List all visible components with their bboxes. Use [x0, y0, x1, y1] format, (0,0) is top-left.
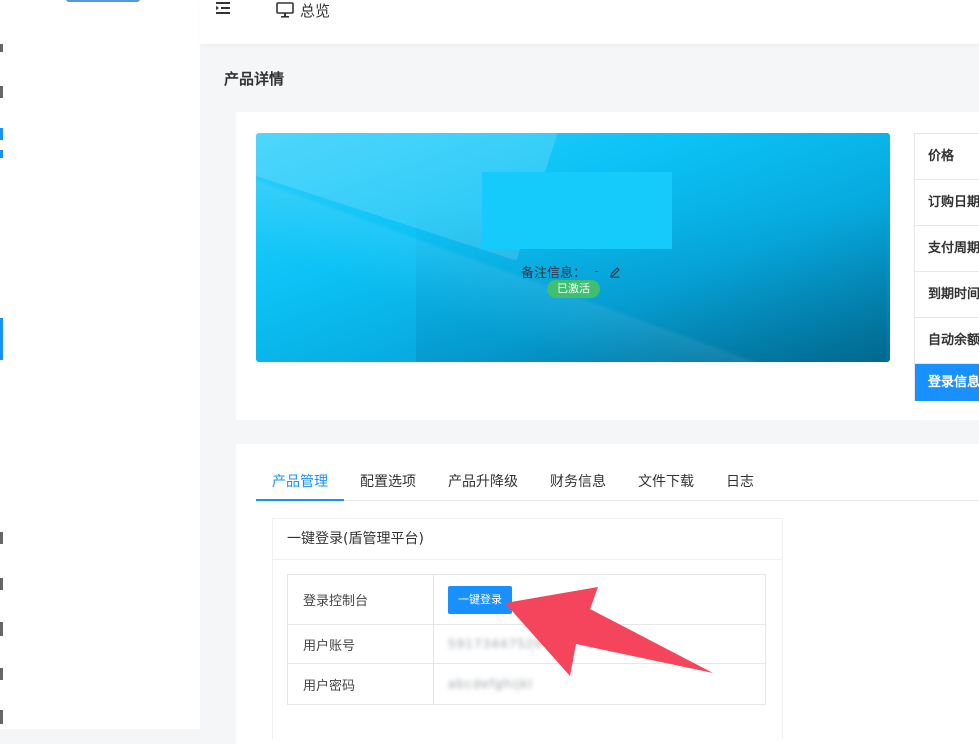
- tab-logs[interactable]: 日志: [710, 464, 770, 500]
- sidebar-tick: [0, 710, 3, 724]
- account-label: 用户账号: [288, 625, 434, 663]
- login-info-button[interactable]: 登录信息: [915, 364, 979, 401]
- remark-line: 备注信息： -: [521, 262, 621, 281]
- monitor-icon: [276, 2, 294, 18]
- console-label: 登录控制台: [288, 575, 434, 624]
- tab-overview-label: 总览: [300, 1, 331, 20]
- info-row-billing-cycle: 支付周期: [915, 226, 979, 272]
- remark-value: -: [594, 264, 599, 279]
- sidebar-tick: [0, 150, 3, 158]
- sidebar-tick: [0, 578, 3, 590]
- edit-icon[interactable]: [609, 266, 621, 278]
- password-label: 用户密码: [288, 664, 434, 704]
- tab-bar: 产品管理 配置选项 产品升降级 财务信息 文件下载 日志: [256, 464, 979, 501]
- info-row-order-date: 订购日期: [915, 180, 979, 226]
- menu-collapse-icon[interactable]: [214, 0, 232, 18]
- info-row-price: 价格: [915, 134, 979, 180]
- tab-upgrade-downgrade[interactable]: 产品升降级: [432, 464, 534, 500]
- section-title: 一键登录(盾管理平台): [273, 519, 782, 560]
- sidebar-tick: [0, 86, 3, 98]
- sidebar: [0, 0, 200, 729]
- password-value: abcdefghijkl: [448, 677, 533, 691]
- sidebar-tick: [0, 668, 3, 680]
- tab-finance-info[interactable]: 财务信息: [534, 464, 622, 500]
- tab-product-management[interactable]: 产品管理: [256, 464, 344, 501]
- brand-logo: [28, 0, 140, 8]
- sidebar-active-indicator: [0, 318, 3, 360]
- info-table: 价格 订购日期 支付周期 到期时间 自动余额 登录信息: [914, 133, 979, 401]
- sidebar-tick: [0, 622, 3, 636]
- info-row-expiry: 到期时间: [915, 272, 979, 318]
- tab-file-download[interactable]: 文件下载: [622, 464, 710, 500]
- top-bar: 总览: [200, 0, 979, 44]
- sidebar-tick: [0, 44, 3, 52]
- remark-label: 备注信息：: [521, 266, 587, 281]
- tab-overview[interactable]: 总览: [276, 0, 330, 20]
- tab-config-options[interactable]: 配置选项: [344, 464, 432, 500]
- product-image: [482, 172, 672, 249]
- sidebar-tick: [0, 532, 3, 544]
- sidebar-tick: [0, 128, 3, 140]
- page-title: 产品详情: [224, 70, 285, 88]
- product-banner: 备注信息： - 已激活: [256, 133, 890, 362]
- annotation-arrow-icon: [505, 587, 713, 676]
- info-row-auto-renew: 自动余额: [915, 318, 979, 364]
- status-badge: 已激活: [547, 280, 600, 298]
